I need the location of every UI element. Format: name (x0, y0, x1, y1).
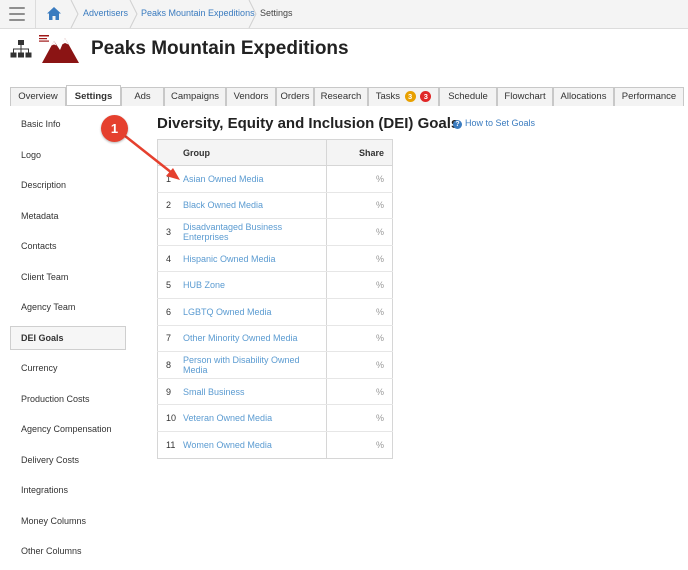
sidebar-item-integrations[interactable]: Integrations (10, 478, 126, 502)
group-link[interactable]: Small Business (183, 387, 245, 397)
breadcrumb-advertiser[interactable]: Peaks Mountain Expeditions (141, 8, 255, 18)
share-cell[interactable]: % (326, 245, 393, 273)
company-logo (39, 35, 79, 63)
row-number: 2 (157, 192, 177, 220)
tab-settings[interactable]: Settings (66, 85, 121, 105)
sidebar-item-dei-goals[interactable]: DEI Goals (10, 325, 126, 350)
row-number: 9 (157, 378, 177, 406)
sidebar-item-client-team[interactable]: Client Team (10, 265, 126, 289)
help-link[interactable]: ? How to Set Goals (453, 118, 535, 129)
tab-allocations[interactable]: Allocations (553, 87, 614, 106)
group-link[interactable]: Disadvantaged Business Enterprises (183, 222, 282, 242)
share-cell[interactable]: % (326, 404, 393, 432)
share-cell[interactable]: % (326, 192, 393, 220)
table-row: 8 Person with Disability Owned Media % (157, 351, 393, 379)
tasks-badge-pending: 3 (404, 91, 416, 102)
tab-ads[interactable]: Ads (121, 87, 164, 106)
tab-tasks-label: Tasks (375, 91, 400, 102)
group-link[interactable]: HUB Zone (183, 280, 225, 290)
group-link[interactable]: Veteran Owned Media (183, 413, 272, 423)
sidebar-item-logo[interactable]: Logo (10, 143, 126, 167)
share-cell[interactable]: % (326, 378, 393, 406)
table-row: 7 Other Minority Owned Media % (157, 325, 393, 353)
chevron-right-icon (248, 0, 257, 28)
table-row: 2 Black Owned Media % (157, 192, 393, 220)
dei-goals-table: Group Share 1 Asian Owned Media % 2 Blac… (157, 139, 393, 459)
sidebar-item-delivery-costs[interactable]: Delivery Costs (10, 448, 126, 472)
group-link[interactable]: Black Owned Media (183, 200, 263, 210)
table-row: 11 Women Owned Media % (158, 431, 393, 459)
share-cell[interactable]: % (326, 165, 393, 193)
row-number: 11 (166, 439, 176, 450)
row-number: 8 (157, 351, 177, 379)
row-number: 5 (157, 271, 177, 299)
table-row: 6 LGBTQ Owned Media % (157, 298, 393, 326)
sidebar-item-currency[interactable]: Currency (10, 356, 126, 380)
tasks-badge-overdue: 3 (420, 91, 432, 102)
table-row: 1 Asian Owned Media % (157, 165, 393, 193)
group-link[interactable]: Asian Owned Media (183, 174, 264, 184)
help-link-label: How to Set Goals (465, 118, 536, 128)
top-breadcrumb-bar: Advertisers Peaks Mountain Expeditions S… (0, 0, 688, 29)
tab-flowchart[interactable]: Flowchart (497, 87, 553, 106)
table-row: 3 Disadvantaged Business Enterprises % (157, 218, 393, 246)
page-title: Peaks Mountain Expeditions (91, 38, 349, 59)
section-title: Diversity, Equity and Inclusion (DEI) Go… (157, 115, 460, 132)
sidebar-item-description[interactable]: Description (10, 173, 126, 197)
chevron-right-icon (129, 0, 138, 28)
share-cell[interactable]: % (326, 325, 393, 353)
tab-vendors[interactable]: Vendors (226, 87, 276, 106)
group-link[interactable]: Women Owned Media (183, 440, 272, 450)
share-cell[interactable]: % (326, 431, 393, 459)
help-icon: ? (453, 120, 462, 129)
sidebar-item-other-columns[interactable]: Other Columns (10, 539, 126, 563)
row-number: 4 (157, 245, 177, 273)
share-cell[interactable]: % (326, 298, 393, 326)
table-header-row: Group Share (157, 139, 393, 166)
table-row: 5 HUB Zone % (157, 271, 393, 299)
breadcrumb-current: Settings (260, 8, 293, 18)
annotation-arrow (118, 130, 180, 180)
org-chart-icon (10, 40, 32, 58)
sidebar-item-money-columns[interactable]: Money Columns (10, 509, 126, 533)
row-number: 3 (157, 218, 177, 246)
group-link[interactable]: Hispanic Owned Media (183, 254, 276, 264)
sidebar-item-contacts[interactable]: Contacts (10, 234, 126, 258)
tab-research[interactable]: Research (314, 87, 368, 106)
tab-campaigns[interactable]: Campaigns (164, 87, 226, 106)
table-row: 4 Hispanic Owned Media % (157, 245, 393, 273)
column-header-group: Group (176, 139, 327, 166)
group-link[interactable]: Other Minority Owned Media (183, 333, 298, 343)
table-row: 9 Small Business % (157, 378, 393, 406)
column-header-share: Share (326, 139, 393, 166)
group-link[interactable]: LGBTQ Owned Media (183, 307, 272, 317)
sidebar-item-production-costs[interactable]: Production Costs (10, 387, 126, 411)
tab-tasks[interactable]: Tasks 3 3 (368, 87, 439, 106)
hamburger-menu-icon[interactable] (9, 7, 25, 21)
separator (35, 0, 36, 28)
tab-bar: Overview Settings Ads Campaigns Vendors … (10, 85, 684, 106)
row-number: 6 (157, 298, 177, 326)
share-cell[interactable]: % (326, 218, 393, 246)
share-cell[interactable]: % (326, 351, 393, 379)
sidebar-item-agency-compensation[interactable]: Agency Compensation (10, 417, 126, 441)
tab-overview[interactable]: Overview (10, 87, 66, 106)
annotation-step-number: 1 (101, 115, 128, 142)
tab-performance[interactable]: Performance (614, 87, 684, 106)
home-icon[interactable] (46, 6, 62, 21)
chevron-right-icon (70, 0, 79, 28)
group-link[interactable]: Person with Disability Owned Media (183, 355, 300, 375)
table-row: 10 Veteran Owned Media % (157, 404, 393, 432)
share-cell[interactable]: % (326, 271, 393, 299)
breadcrumb-advertisers[interactable]: Advertisers (83, 8, 128, 18)
row-number: 10 (157, 404, 177, 432)
sidebar-item-agency-team[interactable]: Agency Team (10, 295, 126, 319)
tab-schedule[interactable]: Schedule (439, 87, 497, 106)
tab-orders[interactable]: Orders (276, 87, 314, 106)
row-number: 7 (157, 325, 177, 353)
sidebar-item-metadata[interactable]: Metadata (10, 204, 126, 228)
